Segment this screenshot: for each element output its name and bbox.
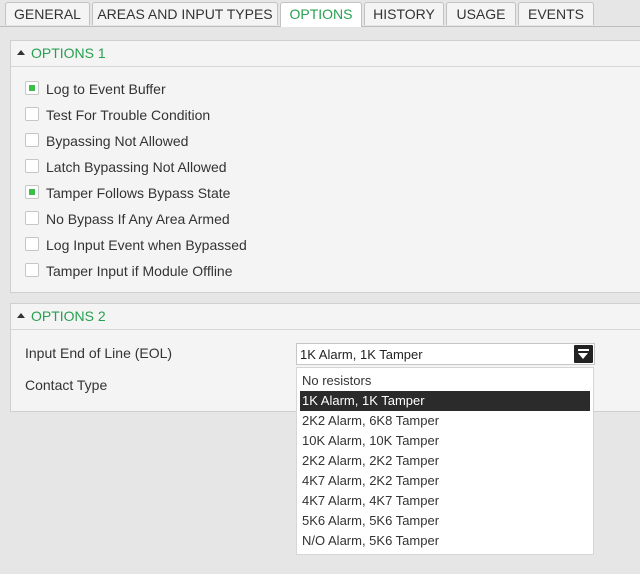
dropdown-arrow-icon[interactable] — [574, 345, 593, 363]
contact-type-label: Contact Type — [25, 377, 108, 393]
checkbox[interactable] — [25, 107, 39, 121]
eol-option[interactable]: 4K7 Alarm, 2K2 Tamper — [300, 471, 590, 491]
collapse-caret-icon[interactable] — [17, 313, 25, 318]
tab-history[interactable]: HISTORY — [364, 2, 444, 25]
options-1-panel: OPTIONS 1 Log to Event Buffer Test For T… — [10, 40, 640, 293]
option-label: Test For Trouble Condition — [46, 107, 211, 123]
eol-option[interactable]: 2K2 Alarm, 2K2 Tamper — [300, 451, 590, 471]
arrow-bar — [578, 349, 589, 351]
eol-label: Input End of Line (EOL) — [25, 345, 173, 361]
options-1-title: OPTIONS 1 — [31, 45, 106, 61]
options-2-header[interactable]: OPTIONS 2 — [11, 304, 640, 330]
option-label: Bypassing Not Allowed — [46, 133, 189, 149]
checkbox[interactable] — [25, 185, 39, 199]
option-label: Tamper Follows Bypass State — [46, 185, 231, 201]
tab-general[interactable]: GENERAL — [5, 2, 90, 25]
option-label: Latch Bypassing Not Allowed — [46, 159, 227, 175]
eol-select[interactable]: 1K Alarm, 1K Tamper — [296, 343, 595, 365]
checkbox[interactable] — [25, 237, 39, 251]
options-1-header[interactable]: OPTIONS 1 — [11, 41, 640, 67]
checkbox[interactable] — [25, 81, 39, 95]
eol-option[interactable]: 5K6 Alarm, 5K6 Tamper — [300, 511, 590, 531]
eol-option[interactable]: N/O Alarm, 5K6 Tamper — [300, 531, 590, 551]
tab-usage[interactable]: USAGE — [446, 2, 516, 25]
option-label: Tamper Input if Module Offline — [46, 263, 233, 279]
tab-areas-and-input-types[interactable]: AREAS AND INPUT TYPES — [92, 2, 278, 25]
option-label: Log Input Event when Bypassed — [46, 237, 247, 253]
options-2-title: OPTIONS 2 — [31, 308, 106, 324]
eol-dropdown-list: No resistors 1K Alarm, 1K Tamper 2K2 Ala… — [296, 367, 594, 555]
tab-bar: GENERAL AREAS AND INPUT TYPES OPTIONS HI… — [0, 0, 640, 27]
eol-selected-value: 1K Alarm, 1K Tamper — [300, 347, 423, 362]
eol-option[interactable]: No resistors — [300, 371, 590, 391]
checkbox[interactable] — [25, 211, 39, 225]
eol-option[interactable]: 10K Alarm, 10K Tamper — [300, 431, 590, 451]
eol-option[interactable]: 2K2 Alarm, 6K8 Tamper — [300, 411, 590, 431]
eol-option-selected[interactable]: 1K Alarm, 1K Tamper — [300, 391, 590, 411]
collapse-caret-icon[interactable] — [17, 50, 25, 55]
eol-option[interactable]: 4K7 Alarm, 4K7 Tamper — [300, 491, 590, 511]
option-label: No Bypass If Any Area Armed — [46, 211, 230, 227]
checkbox[interactable] — [25, 263, 39, 277]
checkbox[interactable] — [25, 133, 39, 147]
tab-events[interactable]: EVENTS — [518, 2, 594, 25]
tab-options[interactable]: OPTIONS — [280, 2, 362, 27]
checkbox[interactable] — [25, 159, 39, 173]
arrow-triangle — [578, 353, 588, 359]
option-label: Log to Event Buffer — [46, 81, 166, 97]
